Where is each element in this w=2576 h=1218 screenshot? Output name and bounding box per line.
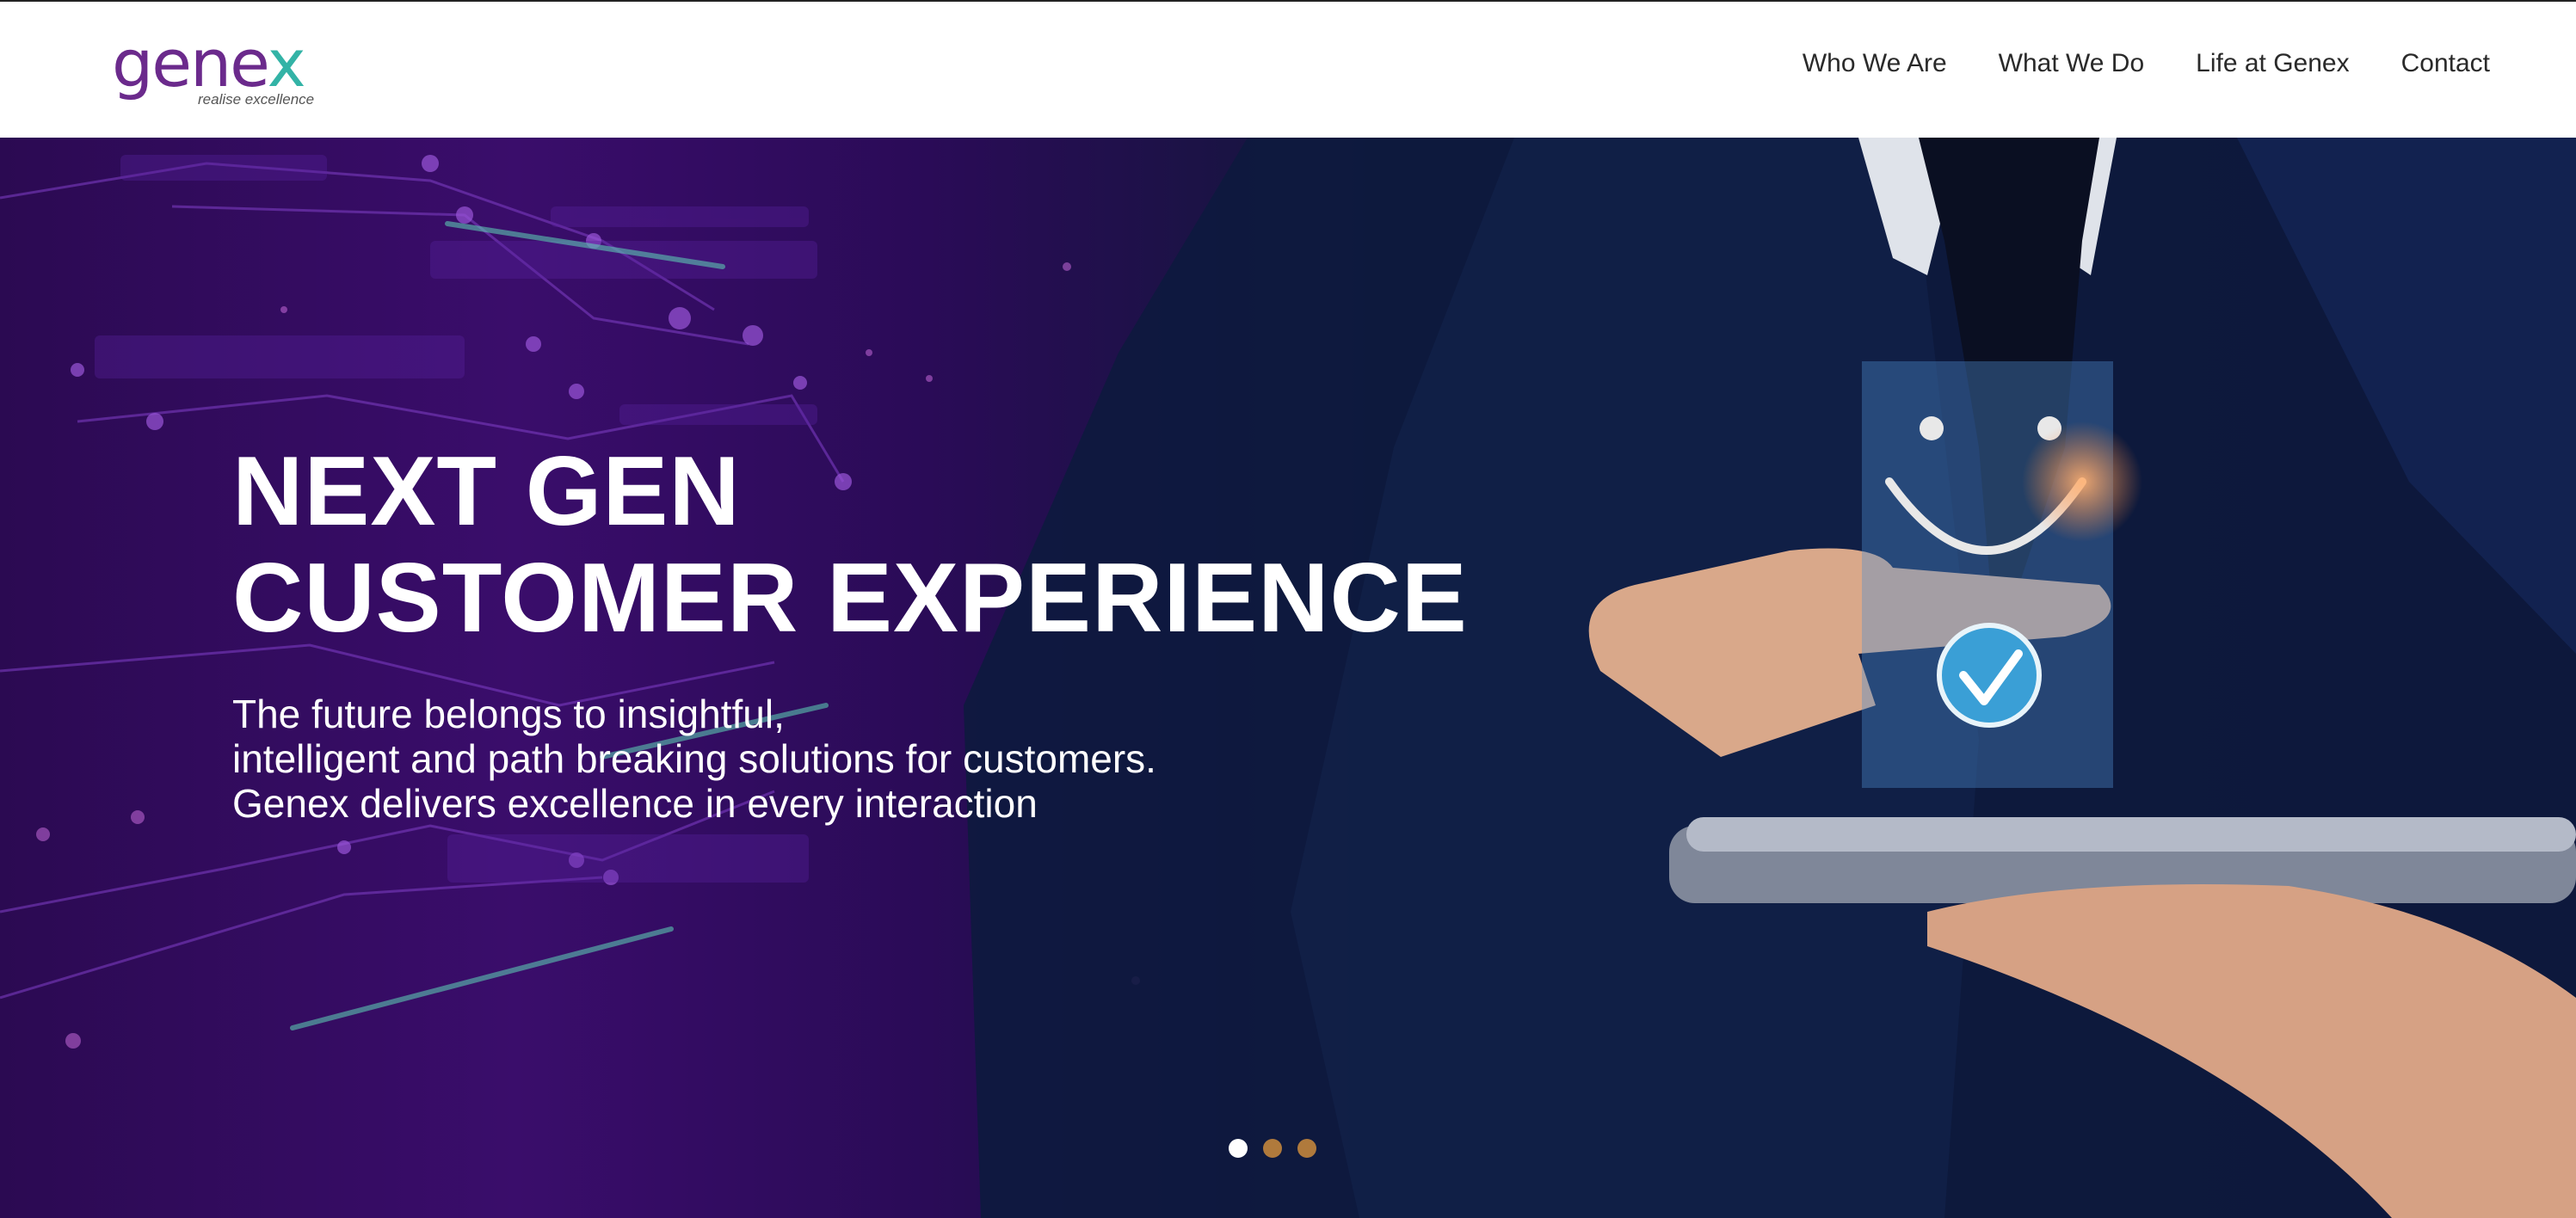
carousel-dot-1[interactable] <box>1229 1139 1248 1158</box>
hero-banner: NEXT GEN CUSTOMER EXPERIENCE The future … <box>0 138 2576 1218</box>
hero-subtitle-line-3: Genex delivers excellence in every inter… <box>232 781 1038 826</box>
carousel-dot-2[interactable] <box>1263 1139 1282 1158</box>
genex-logo[interactable]: genex realise excellence <box>112 31 318 108</box>
carousel-dot-3[interactable] <box>1297 1139 1316 1158</box>
logo-wordmark: genex <box>112 31 306 96</box>
hero-title-line-1: NEXT GEN <box>232 437 741 546</box>
logo-accent: x <box>267 25 306 102</box>
nav-item-who-we-are[interactable]: Who We Are <box>1803 45 1947 83</box>
hero-copy: NEXT GEN CUSTOMER EXPERIENCE The future … <box>232 439 1523 827</box>
logo-tagline: realise excellence <box>198 91 315 108</box>
carousel-pagination <box>1229 1139 1316 1158</box>
hero-subtitle-line-2: intelligent and path breaking solutions … <box>232 736 1156 781</box>
main-nav: Who We Are What We Do Life at Genex Cont… <box>1803 45 2490 83</box>
hero-subtitle-line-1: The future belongs to insightful, <box>232 692 785 736</box>
nav-item-what-we-do[interactable]: What We Do <box>1999 45 2145 83</box>
hero-title-line-2: CUSTOMER EXPERIENCE <box>232 544 1468 653</box>
site-header: genex realise excellence Who We Are What… <box>0 2 2576 138</box>
nav-item-contact[interactable]: Contact <box>2401 45 2490 83</box>
nav-item-life-at-genex[interactable]: Life at Genex <box>2196 45 2349 83</box>
logo-text: gene <box>112 25 269 102</box>
hero-title: NEXT GEN CUSTOMER EXPERIENCE <box>232 439 1523 652</box>
hero-subtitle: The future belongs to insightful, intell… <box>232 692 1523 826</box>
